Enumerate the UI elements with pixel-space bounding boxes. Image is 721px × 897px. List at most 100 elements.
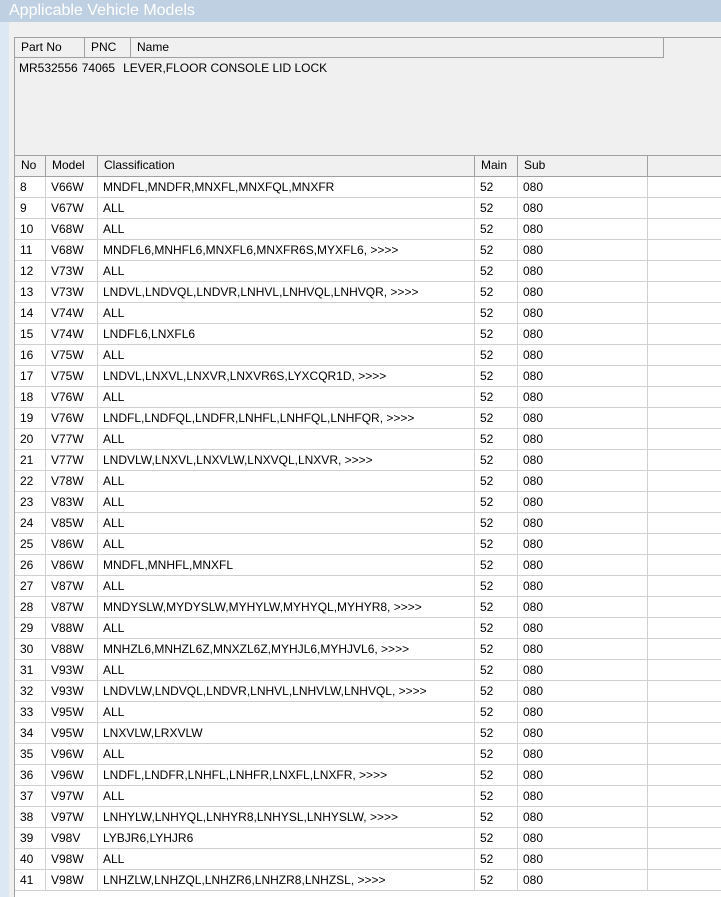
row-main: 52 [475,555,518,575]
table-row[interactable]: 39 V98V LYBJR6,LYHJR6 52 080 [15,828,721,849]
table-row[interactable]: 23 V83W ALL 52 080 [15,492,721,513]
row-classification: LNHZLW,LNHZQL,LNHZR6,LNHZR8,LNHZSL, >>>> [98,870,475,890]
row-no: 35 [15,744,46,764]
table-row[interactable]: 18 V76W ALL 52 080 [15,387,721,408]
table-row[interactable]: 27 V87W ALL 52 080 [15,576,721,597]
row-main: 52 [475,429,518,449]
row-classification: LNDVLW,LNXVL,LNXVLW,LNXVQL,LNXVR, >>>> [98,450,475,470]
row-sub: 080 [518,555,648,575]
table-row[interactable]: 31 V93W ALL 52 080 [15,660,721,681]
row-classification: LNDVLW,LNDVQL,LNDVR,LNHVL,LNHVLW,LNHVQL,… [98,681,475,701]
header-model[interactable]: Model [46,156,98,176]
row-model: V87W [46,597,98,617]
row-main: 52 [475,408,518,428]
row-classification: ALL [98,534,475,554]
header-main[interactable]: Main [475,156,518,176]
row-main: 52 [475,450,518,470]
row-classification: ALL [98,219,475,239]
row-classification: ALL [98,576,475,596]
row-main: 52 [475,681,518,701]
table-row[interactable]: 38 V97W LNHYLW,LNHYQL,LNHYR8,LNHYSL,LNHYSL… [15,807,721,828]
part-row[interactable]: MR532556 74065 LEVER,FLOOR CONSOLE LID L… [15,58,721,78]
row-classification: ALL [98,702,475,722]
header-pnc[interactable]: PNC [85,38,131,57]
row-sub: 080 [518,513,648,533]
row-main: 52 [475,786,518,806]
header-part-no[interactable]: Part No [15,38,85,57]
row-classification: ALL [98,492,475,512]
table-row[interactable]: 30 V88W MNHZL6,MNHZL6Z,MNXZL6Z,MYHJL6,MYHJ… [15,639,721,660]
row-no: 19 [15,408,46,428]
table-row[interactable]: 19 V76W LNDFL,LNDFQL,LNDFR,LNHFL,LNHFQL,LN… [15,408,721,429]
row-no: 20 [15,429,46,449]
table-row[interactable]: 37 V97W ALL 52 080 [15,786,721,807]
table-row[interactable]: 35 V96W ALL 52 080 [15,744,721,765]
row-no: 17 [15,366,46,386]
header-sub[interactable]: Sub [518,156,648,176]
row-filler [648,639,721,659]
part-table-header: Part No PNC Name [15,38,664,58]
row-sub: 080 [518,282,648,302]
row-main: 52 [475,492,518,512]
row-classification: LNDFL,LNDFR,LNHFL,LNHFR,LNXFL,LNXFR, >>>… [98,765,475,785]
table-row[interactable]: 22 V78W ALL 52 080 [15,471,721,492]
row-no: 37 [15,786,46,806]
row-classification: LNDFL6,LNXFL6 [98,324,475,344]
table-row[interactable]: 8 V66W MNDFL,MNDFR,MNXFL,MNXFQL,MNXFR 52 080 [15,177,721,198]
table-row[interactable]: 15 V74W LNDFL6,LNXFL6 52 080 [15,324,721,345]
table-row[interactable]: 24 V85W ALL 52 080 [15,513,721,534]
row-model: V76W [46,387,98,407]
row-filler [648,618,721,638]
table-row[interactable]: 34 V95W LNXVLW,LRXVLW 52 080 [15,723,721,744]
table-row[interactable]: 10 V68W ALL 52 080 [15,219,721,240]
header-name[interactable]: Name [131,38,664,57]
row-no: 12 [15,261,46,281]
table-row[interactable]: 25 V86W ALL 52 080 [15,534,721,555]
table-row[interactable]: 33 V95W ALL 52 080 [15,702,721,723]
row-sub: 080 [518,828,648,848]
table-row[interactable]: 41 V98W LNHZLW,LNHZQL,LNHZR6,LNHZR8,LNHZSL… [15,870,721,891]
row-filler [648,576,721,596]
table-row[interactable]: 9 V67W ALL 52 080 [15,198,721,219]
row-model: V93W [46,681,98,701]
row-no: 16 [15,345,46,365]
table-row[interactable]: 36 V96W LNDFL,LNDFR,LNHFL,LNHFR,LNXFL,LNXF… [15,765,721,786]
table-row[interactable]: 32 V93W LNDVLW,LNDVQL,LNDVR,LNHVL,LNHVLW,L… [15,681,721,702]
table-row[interactable]: 40 V98W ALL 52 080 [15,849,721,870]
row-no: 15 [15,324,46,344]
row-filler [648,723,721,743]
row-sub: 080 [518,240,648,260]
row-sub: 080 [518,807,648,827]
header-classification[interactable]: Classification [98,156,475,176]
row-filler [648,660,721,680]
row-model: V74W [46,324,98,344]
table-row[interactable]: 16 V75W ALL 52 080 [15,345,721,366]
table-row[interactable]: 28 V87W MNDYSLW,MYDYSLW,MYHYLW,MYHYQL,MYHY… [15,597,721,618]
table-row[interactable]: 14 V74W ALL 52 080 [15,303,721,324]
model-table: No Model Classification Main Sub 8 V66W MN… [14,155,721,897]
table-row[interactable]: 21 V77W LNDVLW,LNXVL,LNXVLW,LNXVQL,LNXVR, … [15,450,721,471]
table-row[interactable]: 29 V88W ALL 52 080 [15,618,721,639]
row-no: 31 [15,660,46,680]
row-main: 52 [475,534,518,554]
row-classification: ALL [98,429,475,449]
table-row[interactable]: 17 V75W LNDVL,LNXVL,LNXVR,LNXVR6S,LYXCQR1D… [15,366,721,387]
row-model: V97W [46,807,98,827]
table-row[interactable]: 13 V73W LNDVL,LNDVQL,LNDVR,LNHVL,LNHVQL,LN… [15,282,721,303]
table-row[interactable]: 26 V86W MNDFL,MNHFL,MNXFL 52 080 [15,555,721,576]
table-row[interactable]: 11 V68W MNDFL6,MNHFL6,MNXFL6,MNXFR6S,MYXFL… [15,240,721,261]
header-no[interactable]: No [15,156,46,176]
row-model: V86W [46,534,98,554]
row-no: 26 [15,555,46,575]
row-sub: 080 [518,681,648,701]
table-row[interactable]: 20 V77W ALL 52 080 [15,429,721,450]
row-main: 52 [475,324,518,344]
row-no: 23 [15,492,46,512]
row-main: 52 [475,807,518,827]
row-model: V68W [46,240,98,260]
row-filler [648,828,721,848]
row-filler [648,282,721,302]
row-main: 52 [475,471,518,491]
table-row[interactable]: 12 V73W ALL 52 080 [15,261,721,282]
row-filler [648,387,721,407]
